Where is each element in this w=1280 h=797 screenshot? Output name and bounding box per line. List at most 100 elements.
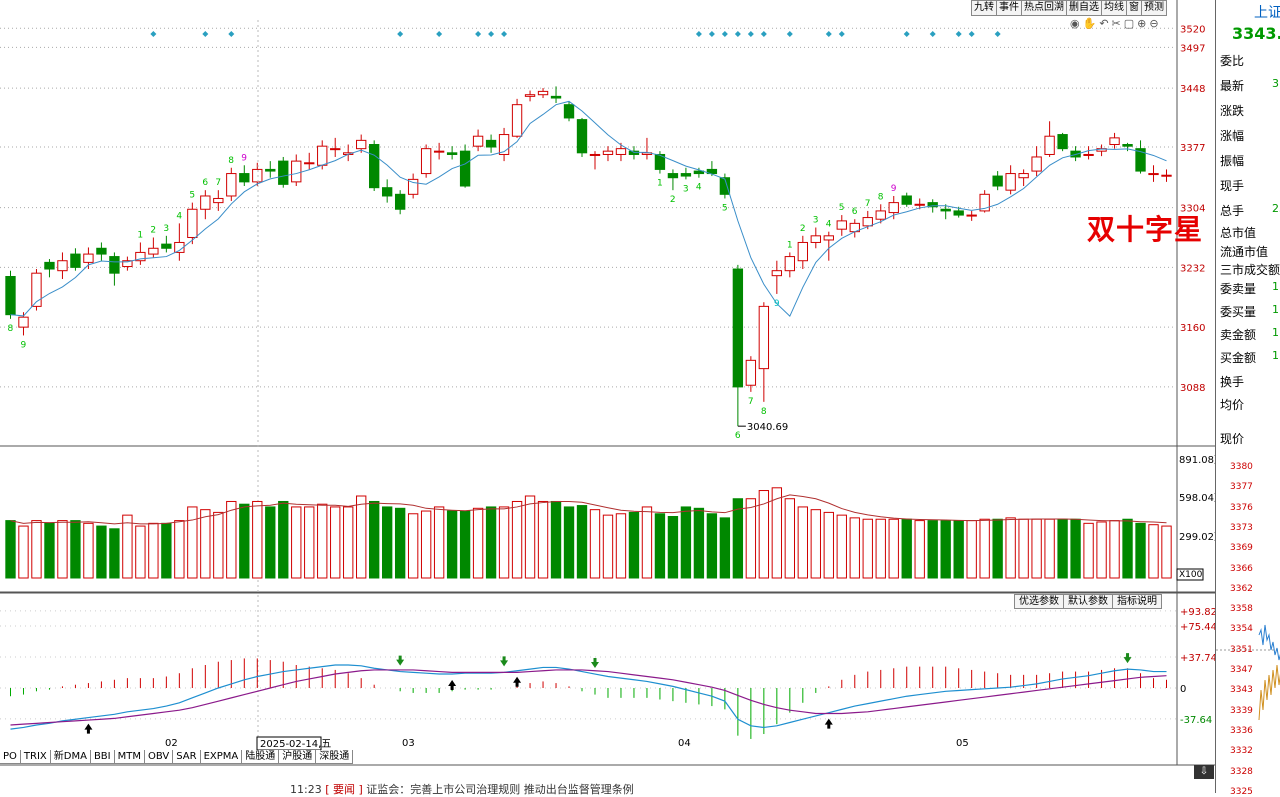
indicator-tab-bbi[interactable]: BBI — [89, 750, 115, 764]
candle-body — [875, 210, 886, 220]
eye-icon[interactable]: ◉ — [1070, 17, 1083, 30]
mini-tick-label: 3362 — [1230, 583, 1253, 594]
volume-bar — [122, 514, 133, 579]
nine-turn-label: 6 — [852, 207, 858, 217]
zoom-in-icon[interactable]: ⊕ — [1137, 17, 1149, 30]
quote-value-1: 3 — [1272, 77, 1279, 90]
x-tick-label: 04 — [678, 738, 691, 749]
intraday-mini-chart[interactable]: 3380 3377 3376 3373 3369 3366 3362 3358 3354 3351… — [1216, 460, 1280, 797]
candle-body — [576, 119, 588, 154]
volume-bar — [96, 525, 107, 579]
toolbar-button-1[interactable]: 事件 — [996, 0, 1022, 16]
volume-bar — [369, 500, 380, 579]
indicator-tab-mtm[interactable]: MTM — [113, 750, 145, 764]
quote-value-12: 1 — [1272, 326, 1279, 339]
indicator-tab-po[interactable]: PO — [0, 750, 21, 764]
indicator-tab-trix[interactable]: TRIX — [19, 750, 51, 764]
mini-tick-label: 3332 — [1230, 746, 1253, 757]
volume-bar — [979, 518, 990, 579]
mini-tick-label: 3325 — [1230, 786, 1253, 797]
volume-bar — [226, 500, 237, 579]
mini-tick-label: 3358 — [1230, 604, 1253, 615]
volume-bar — [550, 500, 562, 579]
candle-body — [784, 256, 796, 272]
volume-bar — [693, 507, 705, 579]
toolbar-button-6[interactable]: 预测 — [1141, 0, 1167, 16]
macd-button-0[interactable]: 优选参数 — [1014, 594, 1064, 609]
volume-bar — [602, 514, 614, 579]
mini-tick-label: 3380 — [1230, 462, 1253, 472]
nine-turn-label: 8 — [761, 407, 767, 417]
mini-tick-label: 3336 — [1230, 725, 1253, 736]
indicator-tab-新dma[interactable]: 新DMA — [49, 750, 91, 764]
volume-bar — [161, 522, 172, 579]
volume-tick-label: 299.02万 — [1179, 532, 1215, 543]
mini-tick-label: 3347 — [1230, 665, 1253, 675]
lock-icon[interactable]: ▢ — [1124, 17, 1137, 30]
candle-body — [862, 217, 873, 227]
quote-label-7: 总市值 — [1220, 226, 1257, 240]
volume-bar — [680, 506, 692, 579]
cursor-date-label: 2025-02-14,五 — [260, 739, 331, 750]
x-tick-label: 05 — [956, 738, 969, 749]
volume-bar — [239, 503, 250, 579]
news-text[interactable]: 证监会：完善上市公司治理规则 推动出台监督管理条例 — [366, 783, 634, 796]
news-ticker[interactable]: 11:23 [ 要闻 ] 证监会：完善上市公司治理规则 推动出台监督管理条例 — [290, 781, 634, 797]
toolbar-button-0[interactable]: 九转 — [971, 0, 997, 16]
chart-canvas[interactable]: 35203497344833773304323231603088891 2 3456… — [0, 0, 1215, 793]
nine-turn-label: 6 — [735, 431, 741, 441]
candle-body — [433, 150, 445, 153]
toolbar-button-5[interactable]: 窗 — [1126, 0, 1142, 16]
indicator-tab-sar[interactable]: SAR — [172, 750, 201, 764]
volume-bar — [732, 498, 744, 579]
x-tick-label: 02 — [165, 738, 178, 749]
panel-price: 3343. — [1232, 24, 1280, 43]
chart-background — [0, 0, 1215, 793]
indicator-tab-陆股通[interactable]: 陆股通 — [241, 750, 280, 764]
nine-turn-label: 1 — [137, 230, 143, 240]
candle-body — [96, 247, 107, 255]
scissors-icon[interactable]: ✂ — [1112, 17, 1124, 30]
quote-label-0: 委比 — [1220, 54, 1245, 68]
volume-bar — [356, 495, 367, 579]
mini-tick-label: 3376 — [1230, 502, 1253, 513]
macd-button-1[interactable]: 默认参数 — [1063, 594, 1113, 609]
toolbar-button-2[interactable]: 热点回溯 — [1021, 0, 1067, 16]
toolbar-button-3[interactable]: 删自选 — [1066, 0, 1102, 16]
indicator-tab-沪股通[interactable]: 沪股通 — [278, 750, 317, 764]
mini-avg-line — [1258, 664, 1280, 721]
indicator-tab-深股通[interactable]: 深股通 — [315, 750, 354, 764]
quote-value-6: 25 — [1272, 202, 1280, 215]
zoom-out-icon[interactable]: ⊖ — [1149, 17, 1161, 30]
indicator-tab-obv[interactable]: OBV — [143, 750, 174, 764]
candle-body — [369, 144, 380, 189]
indicator-tab-expma[interactable]: EXPMA — [199, 750, 243, 764]
volume-unit-label: X100 — [1179, 570, 1203, 580]
download-icon[interactable]: ⇩ — [1194, 765, 1214, 779]
candle-body — [888, 202, 899, 214]
nine-turn-label: 4 — [826, 220, 832, 230]
nine-turn-label: 8 — [7, 324, 13, 334]
candle-body — [667, 173, 679, 179]
candle-body — [5, 275, 16, 316]
mini-tick-label: 3377 — [1230, 482, 1253, 493]
quote-label-2: 涨跌 — [1220, 104, 1245, 118]
macd-tick-label: +75.44 — [1180, 622, 1215, 633]
macd-button-2[interactable]: 指标说明 — [1112, 594, 1162, 609]
chart-tool-icons[interactable]: ◉✋↶✂▢⊕⊖ — [1070, 17, 1162, 30]
candle-body — [797, 241, 808, 262]
candle-body — [1018, 173, 1029, 179]
volume-bar — [498, 506, 510, 579]
candle-body — [771, 270, 783, 277]
undo-icon[interactable]: ↶ — [1099, 17, 1111, 30]
candle-body — [966, 214, 977, 217]
mini-tick-label: 3339 — [1230, 705, 1253, 716]
hand-icon[interactable]: ✋ — [1083, 17, 1100, 30]
volume-bar — [771, 487, 783, 579]
toolbar-button-4[interactable]: 均线 — [1101, 0, 1127, 16]
panel-title: 上证 — [1254, 5, 1280, 21]
candle-body — [1005, 173, 1016, 191]
candle-body — [239, 173, 250, 183]
candle-body — [278, 160, 289, 185]
volume-bar — [901, 518, 912, 579]
